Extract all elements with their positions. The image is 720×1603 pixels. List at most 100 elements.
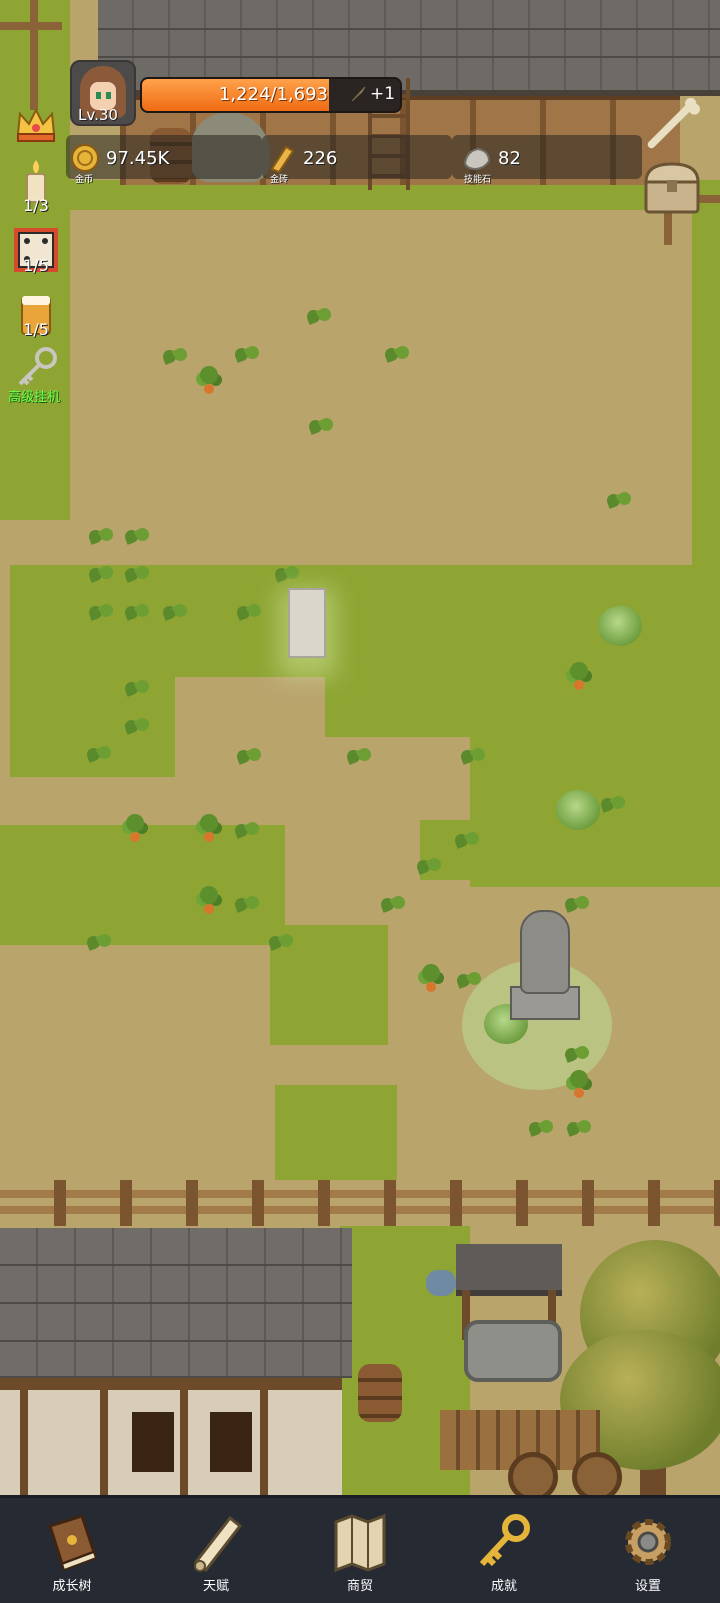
- house-beam: [180, 1390, 188, 1495]
- nav-achievement[interactable]: 成就: [432, 1498, 576, 1603]
- crop-carrot: [118, 812, 152, 846]
- grass-patch: [325, 677, 720, 737]
- quill-icon: [351, 86, 366, 102]
- crop-sprout: [564, 1114, 594, 1144]
- crop-sprout: [232, 340, 262, 370]
- xp-text: 1,224/1,693: [218, 84, 328, 105]
- gold-bar-value: 226: [303, 148, 338, 169]
- crop-sprout: [86, 522, 116, 552]
- nav-label: 设置: [634, 1579, 661, 1594]
- skill-stone-label: 技能石: [464, 175, 492, 185]
- crop-sprout: [122, 712, 152, 742]
- crop-sprout: [86, 560, 116, 590]
- nav-label: 商贸: [346, 1579, 373, 1594]
- stone-well[interactable]: [464, 1320, 562, 1382]
- house-beam: [20, 1390, 28, 1495]
- crop-sprout: [84, 928, 114, 958]
- nav-talent[interactable]: 天赋: [144, 1498, 288, 1603]
- scroll-icon: [193, 1515, 243, 1572]
- crop-carrot: [192, 364, 226, 398]
- fence-post: [30, 0, 38, 110]
- crop-carrot: [562, 660, 596, 694]
- house-window: [210, 1412, 252, 1472]
- grass-patch: [692, 210, 720, 610]
- advanced-idle-label[interactable]: 高级挂机: [8, 386, 60, 405]
- xp-bonus: +1: [370, 84, 396, 104]
- crop-sprout: [526, 1114, 556, 1144]
- game-field[interactable]: [0, 0, 720, 1495]
- crown-icon[interactable]: [12, 100, 60, 148]
- gold-bar-label: 金砖: [270, 175, 289, 185]
- nav-trade[interactable]: 商贸: [288, 1498, 432, 1603]
- crop-sprout: [266, 928, 296, 958]
- crop-sprout: [414, 852, 444, 882]
- gold-bar-icon: [270, 145, 295, 173]
- crop-sprout: [122, 674, 152, 704]
- nav-settings[interactable]: 设置: [576, 1498, 720, 1603]
- crop-sprout: [232, 816, 262, 846]
- nav-label: 成长树: [52, 1579, 92, 1594]
- crop-cabbage: [598, 606, 642, 646]
- fence-post: [0, 22, 62, 30]
- gold-coin-icon: [71, 144, 99, 172]
- crop-carrot: [414, 962, 448, 996]
- crop-sprout: [604, 486, 634, 516]
- crop-sprout: [344, 742, 374, 772]
- crop-sprout: [382, 340, 412, 370]
- crop-cabbage: [556, 790, 600, 830]
- crop-sprout: [458, 742, 488, 772]
- crop-sprout: [122, 560, 152, 590]
- crop-sprout: [598, 790, 628, 820]
- crop-sprout: [160, 342, 190, 372]
- candle-count: 1/3: [23, 196, 49, 215]
- crop-carrot: [192, 812, 226, 846]
- crop-sprout: [272, 560, 302, 590]
- golden-key-icon: [479, 1514, 530, 1567]
- house-beam: [260, 1390, 268, 1495]
- bone-icon[interactable]: [644, 96, 700, 152]
- nav-label: 天赋: [202, 1579, 229, 1594]
- gold-label: 金币: [75, 175, 94, 185]
- gold-value: 97.45K: [106, 148, 170, 169]
- crop-sprout: [84, 740, 114, 770]
- praying-statue[interactable]: [520, 910, 570, 994]
- gear-icon: [625, 1519, 671, 1565]
- crop-sprout: [122, 522, 152, 552]
- well-roof: [456, 1244, 562, 1296]
- crop-sprout: [232, 890, 262, 920]
- crop-sprout: [86, 598, 116, 628]
- barrel: [358, 1364, 402, 1422]
- crop-carrot: [562, 1068, 596, 1102]
- crop-sprout: [122, 598, 152, 628]
- nav-label: 成就: [490, 1579, 517, 1594]
- bottom-nav: 成长树 天赋 商贸 成就 设置: [0, 1495, 720, 1603]
- crop-sprout: [378, 890, 408, 920]
- cart-wheel: [508, 1452, 558, 1495]
- dice-count: 1/5: [23, 256, 49, 275]
- crop-sprout: [452, 826, 482, 856]
- cart-wheel: [572, 1452, 622, 1495]
- house-window: [132, 1412, 174, 1472]
- crop-sprout: [306, 412, 336, 442]
- crop-carrot: [192, 884, 226, 918]
- beer-count: 1/5: [23, 320, 49, 339]
- crop-sprout: [234, 598, 264, 628]
- bucket: [426, 1270, 456, 1296]
- crop-sprout: [562, 890, 592, 920]
- book-icon: [48, 1514, 98, 1572]
- crop-sprout: [160, 598, 190, 628]
- house-roof: [0, 1228, 352, 1378]
- wooden-fence: [0, 1180, 720, 1226]
- crop-sprout: [234, 742, 264, 772]
- nav-growth-tree[interactable]: 成长树: [0, 1498, 144, 1603]
- map-icon: [334, 1513, 386, 1572]
- crop-sprout: [562, 1040, 592, 1070]
- stone-tablet[interactable]: [288, 588, 326, 658]
- player-level: Lv.30: [78, 106, 118, 124]
- skill-stone-icon: [463, 147, 491, 171]
- treasure-chest-icon[interactable]: [642, 160, 702, 216]
- grass-patch: [275, 1085, 397, 1180]
- house-beam: [100, 1390, 108, 1495]
- skill-stone-value: 82: [498, 148, 521, 169]
- crop-sprout: [304, 302, 334, 332]
